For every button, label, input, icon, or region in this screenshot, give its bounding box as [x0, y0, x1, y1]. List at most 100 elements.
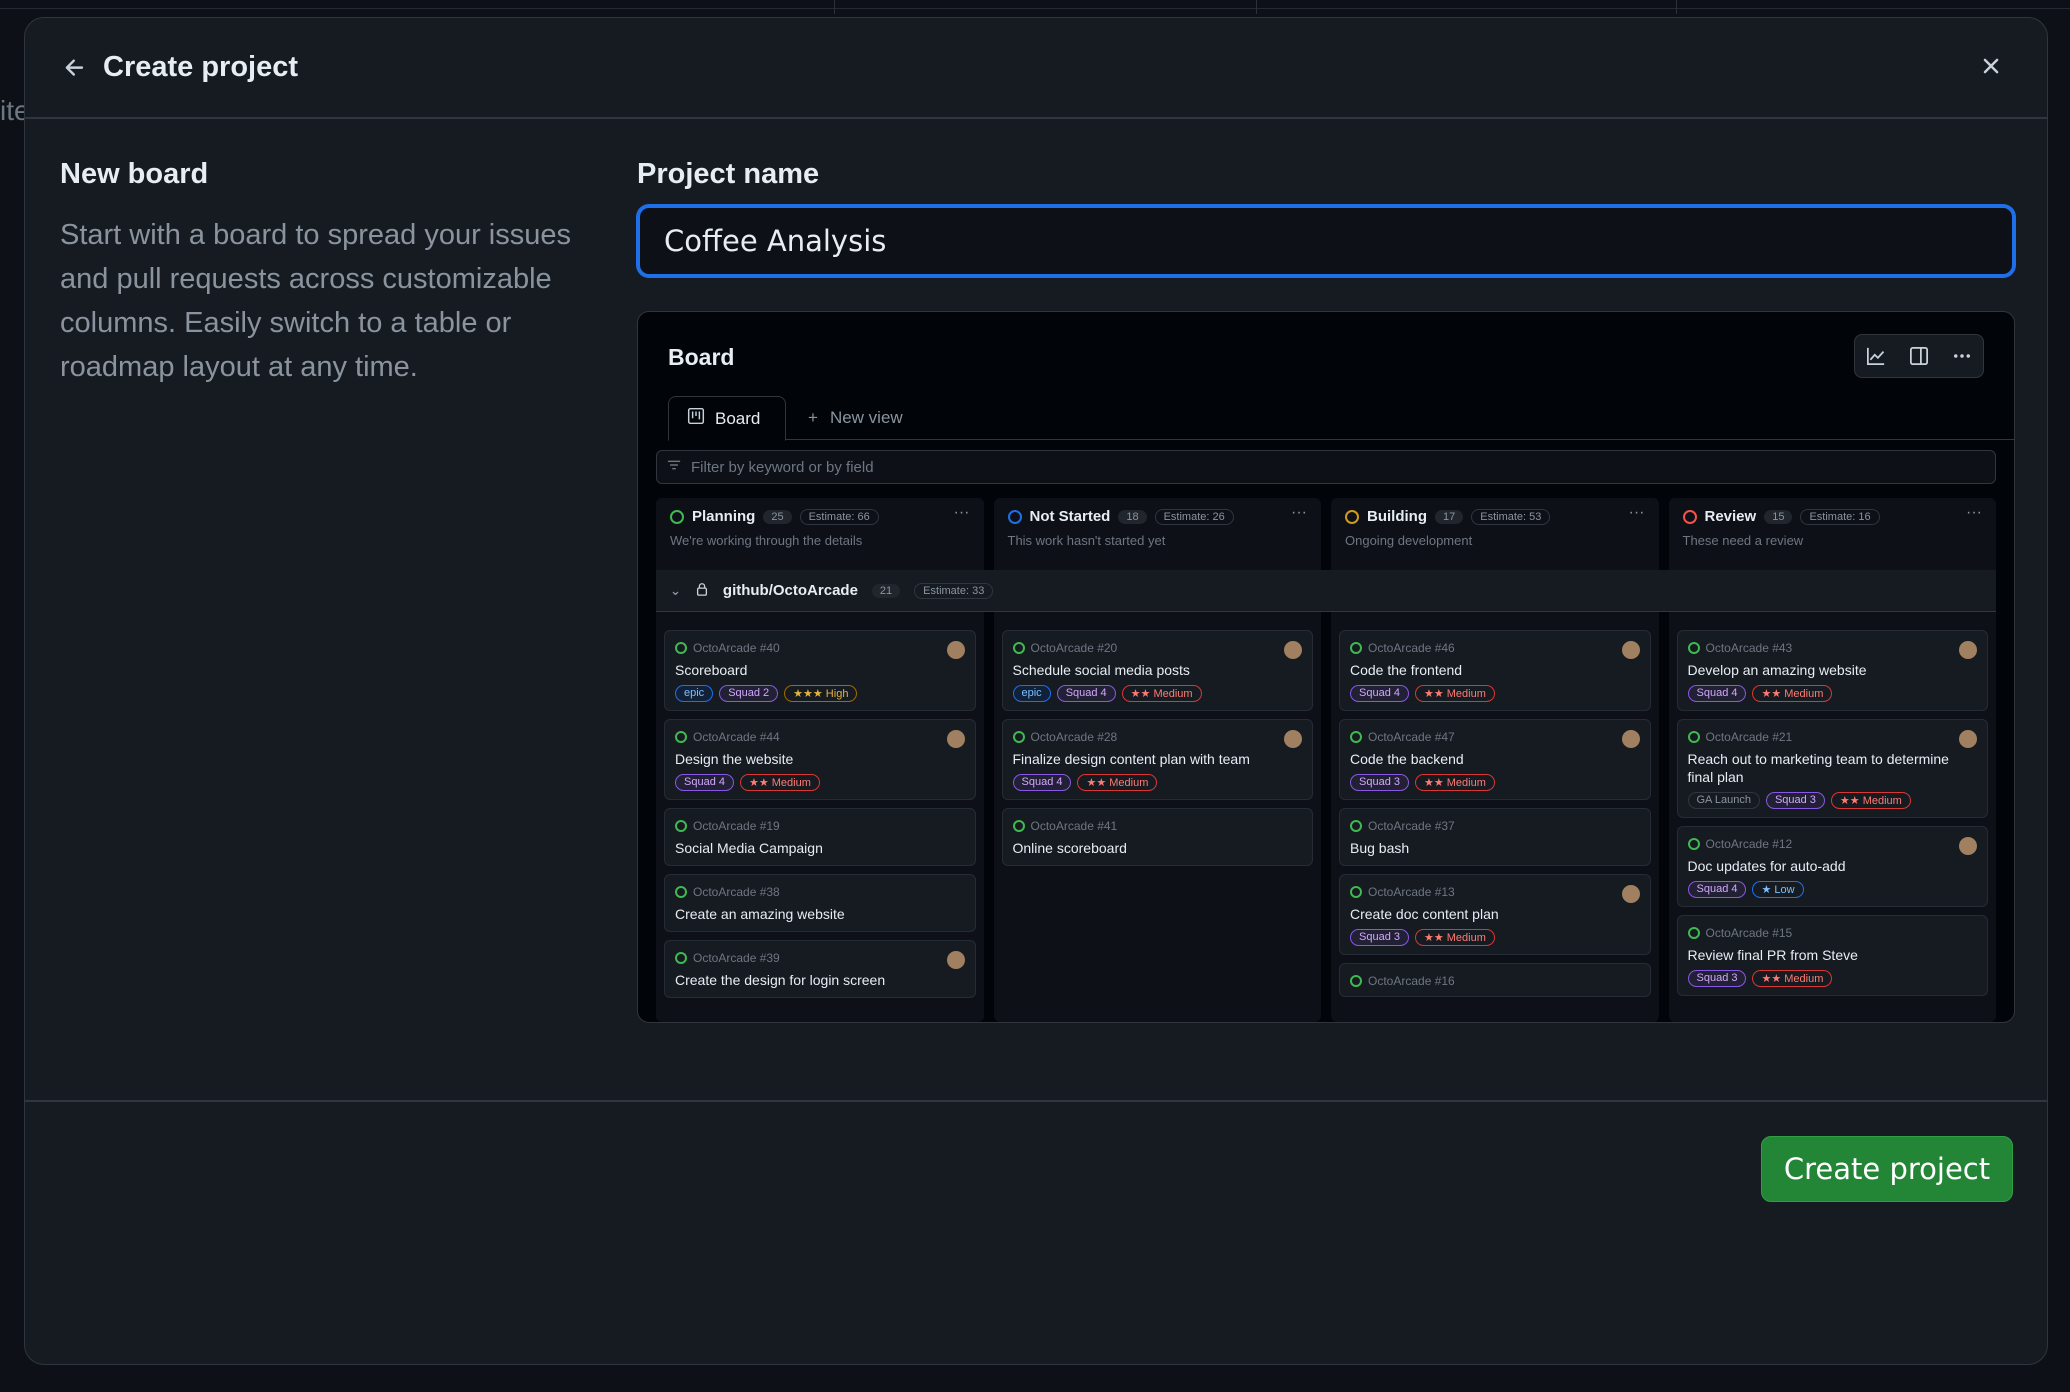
issue-label: ★★ Medium: [1830, 792, 1911, 809]
issue-label: Squad 3: [1765, 792, 1825, 809]
issue-card: OctoArcade #21 Reach out to marketing tea…: [1676, 719, 1988, 818]
issue-ref: OctoArcade #37: [1368, 819, 1455, 833]
column-name: Review: [1704, 508, 1757, 525]
create-project-dialog: Create project New board Start with a bo…: [24, 17, 2048, 1365]
issue-ref-row: OctoArcade #21: [1687, 730, 1978, 744]
dialog-title: Create project: [103, 51, 299, 83]
issue-card: OctoArcade #44 Design the website Squad 4 ★…: [664, 719, 976, 800]
avatar: [1621, 730, 1640, 748]
template-description: Start with a board to spread your issues…: [60, 219, 571, 383]
preview-board-actions: [1854, 334, 1984, 378]
status-circle-icon: [670, 509, 684, 524]
column-title-row: Not Started 18 Estimate: 26: [1007, 508, 1308, 525]
issue-card: OctoArcade #41 Online scoreboard: [1001, 808, 1313, 866]
issue-ref-row: OctoArcade #28: [1012, 730, 1303, 744]
issue-open-icon: [1687, 838, 1700, 850]
issue-ref-row: OctoArcade #43: [1687, 641, 1978, 655]
issue-ref: OctoArcade #28: [1030, 730, 1118, 744]
issue-labels: epic Squad 4 ★★ Medium: [1012, 685, 1303, 702]
issue-ref: OctoArcade #43: [1705, 641, 1793, 655]
issue-label: epic: [675, 685, 714, 702]
issue-title: Social Media Campaign: [675, 840, 823, 856]
issue-ref: OctoArcade #47: [1368, 730, 1455, 744]
group-name: github/OctoArcade: [722, 582, 858, 599]
issue-open-icon: [1012, 731, 1025, 743]
issue-title: Develop an amazing website: [1687, 662, 1867, 678]
issue-label: Squad 4: [675, 774, 734, 791]
issue-label: ★★ Medium: [1414, 685, 1495, 702]
create-project-button[interactable]: Create project: [1761, 1136, 2013, 1202]
issue-open-icon: [1350, 731, 1362, 743]
column-description: Ongoing development: [1345, 533, 1473, 548]
preview-tab-board: Board: [668, 396, 786, 441]
kebab-horizontal-icon: ···: [1966, 504, 1982, 521]
issue-ref-row: OctoArcade #38: [675, 885, 965, 899]
lock-icon: [695, 582, 709, 600]
column-name: Not Started: [1029, 508, 1111, 525]
close-button[interactable]: [1973, 50, 2009, 86]
column-count: 18: [1118, 509, 1147, 524]
column-description: These need a review: [1682, 533, 1804, 548]
issue-card: OctoArcade #19 Social Media Campaign: [664, 808, 976, 866]
issue-open-icon: [675, 731, 687, 743]
issue-ref-row: OctoArcade #41: [1012, 819, 1303, 833]
avatar: [1621, 885, 1640, 903]
issue-label: ★★ Medium: [1121, 685, 1202, 702]
issue-ref-row: OctoArcade #37: [1350, 819, 1640, 833]
group-count: 21: [871, 583, 901, 598]
issue-labels: Squad 4 ★★ Medium: [1350, 685, 1640, 702]
issue-label: ★★ Medium: [1414, 774, 1495, 791]
kebab-horizontal-icon: ···: [1628, 504, 1645, 521]
column-cards: OctoArcade #40 Scoreboard epic Squad 2 ★★★ H…: [656, 630, 984, 1006]
issue-ref-row: OctoArcade #20: [1012, 641, 1303, 655]
issue-ref: OctoArcade #39: [693, 951, 780, 965]
preview-new-view-label: New view: [829, 408, 903, 427]
issue-label: Squad 4: [1687, 685, 1747, 702]
column-estimate: Estimate: 16: [1800, 508, 1880, 525]
template-info: New board Start with a board to spread y…: [60, 158, 600, 389]
dialog-header: Create project: [25, 18, 2047, 119]
dialog-footer: Create project: [25, 1100, 2047, 1364]
chevron-down-icon: ⌄: [670, 582, 681, 598]
issue-card: OctoArcade #12 Doc updates for auto-add Sq…: [1676, 826, 1988, 907]
issue-label: GA Launch: [1687, 792, 1760, 809]
preview-board-title: Board: [668, 344, 735, 370]
issue-open-icon: [675, 642, 687, 654]
issue-title: Reach out to marketing team to determine…: [1687, 751, 1949, 785]
issue-ref: OctoArcade #13: [1368, 885, 1455, 899]
column-title-row: Building 17 Estimate: 53: [1345, 508, 1645, 525]
project-form: Project name Board Bo: [637, 158, 2015, 1023]
issue-label: ★★ Medium: [1414, 929, 1495, 946]
issue-label: ★★★ High: [784, 685, 858, 702]
issue-ref: OctoArcade #46: [1368, 641, 1455, 655]
issue-ref-row: OctoArcade #39: [675, 951, 965, 965]
project-name-input[interactable]: [637, 205, 2015, 277]
issue-label: ★★ Medium: [1752, 685, 1833, 702]
issue-ref-row: OctoArcade #13: [1350, 885, 1640, 899]
issue-label: Squad 3: [1350, 774, 1409, 791]
avatar: [1959, 641, 1977, 659]
column-count: 17: [1435, 509, 1464, 524]
issue-card: OctoArcade #39 Create the design for logi…: [664, 940, 976, 998]
issue-open-icon: [1012, 642, 1025, 654]
preview-filter-placeholder: Filter by keyword or by field: [691, 458, 874, 476]
issue-labels: GA Launch Squad 3 ★★ Medium: [1687, 792, 1978, 809]
issue-title: Review final PR from Steve: [1687, 947, 1858, 963]
column-cards: OctoArcade #46 Code the frontend Squad 4 ★★…: [1331, 630, 1659, 1005]
issue-ref: OctoArcade #21: [1705, 730, 1793, 744]
issue-card: OctoArcade #47 Code the backend Squad 3 ★★ …: [1339, 719, 1651, 800]
back-button[interactable]: [59, 54, 91, 86]
column-header: Not Started 18 Estimate: 26 This work hasn'…: [994, 498, 1322, 570]
issue-card: OctoArcade #13 Create doc content plan Squ…: [1339, 874, 1651, 955]
preview-group-row: ⌄ github/OctoArcade 21 Estimate: 33: [656, 570, 1996, 612]
issue-ref-row: OctoArcade #15: [1687, 926, 1978, 940]
column-name: Building: [1367, 508, 1427, 525]
column-title-row: Review 15 Estimate: 16: [1682, 508, 1983, 525]
issue-ref: OctoArcade #41: [1030, 819, 1118, 833]
issue-card: OctoArcade #37 Bug bash: [1339, 808, 1651, 866]
issue-labels: Squad 3 ★★ Medium: [1350, 929, 1640, 946]
column-estimate: Estimate: 26: [1154, 508, 1234, 525]
issue-card: OctoArcade #46 Code the frontend Squad 4 ★★…: [1339, 630, 1651, 711]
issue-labels: Squad 4 ★★ Medium: [675, 774, 965, 791]
issue-ref: OctoArcade #38: [693, 885, 780, 899]
